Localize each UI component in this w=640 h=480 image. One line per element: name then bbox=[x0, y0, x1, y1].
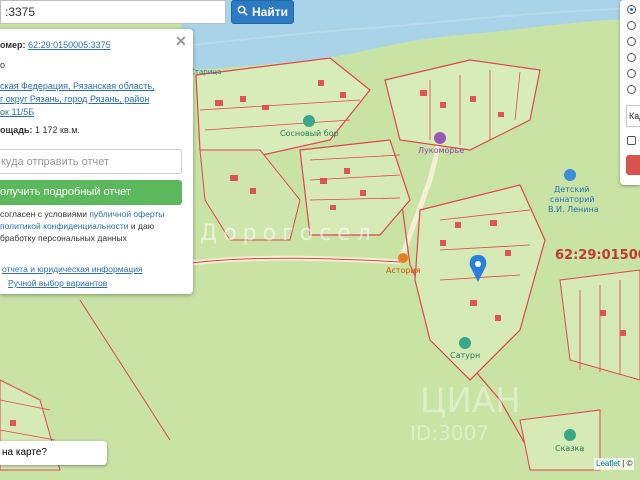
get-report-button[interactable]: олучить подробный отчет bbox=[0, 180, 182, 205]
label-river: Старица bbox=[190, 68, 221, 76]
search-button-label: Найти bbox=[252, 5, 288, 19]
label-saturn: Сатурн bbox=[450, 351, 480, 360]
close-icon[interactable]: ✕ bbox=[175, 33, 187, 50]
parcel-info-panel: ✕ омер: 62:29:0150005:3375 о ская Федера… bbox=[0, 29, 193, 294]
area-label: ощадь: bbox=[0, 125, 33, 135]
layer-action-button[interactable] bbox=[626, 155, 640, 175]
layer-radio[interactable] bbox=[627, 85, 636, 94]
search-bar: :3375 Найти bbox=[0, 0, 296, 26]
search-input[interactable]: :3375 bbox=[0, 0, 226, 24]
terms-text-3: бработку персональных данных bbox=[0, 233, 127, 243]
info-line: о bbox=[0, 60, 6, 70]
legal-info-link[interactable]: отчета и юридическая информация bbox=[2, 262, 143, 276]
cadastral-number-link[interactable]: 62:29:0150005:3375 bbox=[28, 40, 111, 50]
address-line: ская Федерация, Рязанская область, bbox=[0, 81, 155, 91]
privacy-link[interactable]: политикой конфиденциальности bbox=[0, 221, 129, 231]
offer-link[interactable]: публичной оферты bbox=[89, 209, 164, 219]
saturn-icon bbox=[459, 337, 471, 349]
layer-radio[interactable] bbox=[627, 21, 636, 30]
cadastral-label: омер: bbox=[0, 40, 26, 50]
park-icon bbox=[303, 115, 315, 127]
search-icon bbox=[237, 5, 248, 19]
watermark-cian-id: ID:3007 bbox=[410, 421, 489, 445]
terms-text-1: согласен с условиями bbox=[0, 209, 90, 219]
label-sanatorium-2: санаторий bbox=[550, 195, 594, 204]
layer-radio[interactable] bbox=[627, 5, 636, 14]
address-link[interactable]: ская Федерация, Рязанская область, г окр… bbox=[0, 80, 190, 119]
search-button[interactable]: Найти bbox=[231, 0, 294, 24]
layer-radio[interactable] bbox=[627, 53, 636, 62]
label-skazka: Сказка bbox=[555, 444, 584, 453]
address-line: ок 11/5Б bbox=[0, 107, 35, 117]
question-box[interactable]: на карте? bbox=[0, 441, 107, 465]
layer-radio[interactable] bbox=[627, 37, 636, 46]
label-sosnovy-bor: Сосновый бор bbox=[280, 129, 339, 138]
label-parcel-id: 62:29:015000 bbox=[555, 248, 640, 263]
layers-control: Кад bbox=[620, 0, 640, 185]
address-line: г округ Рязань, город Рязань, район bbox=[0, 94, 150, 104]
label-sanatorium-1: Детский bbox=[554, 185, 589, 194]
area-row: ощадь: 1 172 кв.м. bbox=[0, 125, 80, 135]
attribution-text: | © bbox=[620, 459, 633, 468]
sanatorium-icon bbox=[564, 169, 576, 181]
label-astoria: Астория bbox=[386, 266, 421, 275]
layer-radio[interactable] bbox=[627, 69, 636, 78]
label-lukomorye: Лукоморье bbox=[418, 146, 464, 155]
manual-select-link[interactable]: Ручной выбор вариантов bbox=[2, 276, 143, 290]
watermark-district: Дорогосел bbox=[200, 221, 377, 246]
cadastral-row: омер: 62:29:0150005:3375 bbox=[0, 40, 111, 50]
terms-text-2: и даю bbox=[128, 221, 155, 231]
layer-input[interactable]: Кад bbox=[626, 105, 640, 127]
astoria-icon bbox=[398, 253, 408, 263]
skazka-icon bbox=[564, 429, 576, 441]
watermark-cian: ЦИАН bbox=[420, 381, 521, 421]
extra-links: отчета и юридическая информация Ручной в… bbox=[2, 262, 143, 290]
label-sanatorium-3: В.И. Ленина bbox=[548, 205, 599, 214]
email-input[interactable]: куда отправить отчет bbox=[0, 149, 182, 174]
lukomorye-icon bbox=[434, 132, 446, 144]
layer-checkbox[interactable] bbox=[627, 136, 636, 145]
terms-text: согласен с условиями публичной оферты по… bbox=[0, 208, 193, 244]
area-value: 1 172 кв.м. bbox=[34, 125, 80, 135]
map-attribution: Leaflet | © bbox=[594, 458, 635, 470]
leaflet-link[interactable]: Leaflet bbox=[596, 459, 620, 468]
